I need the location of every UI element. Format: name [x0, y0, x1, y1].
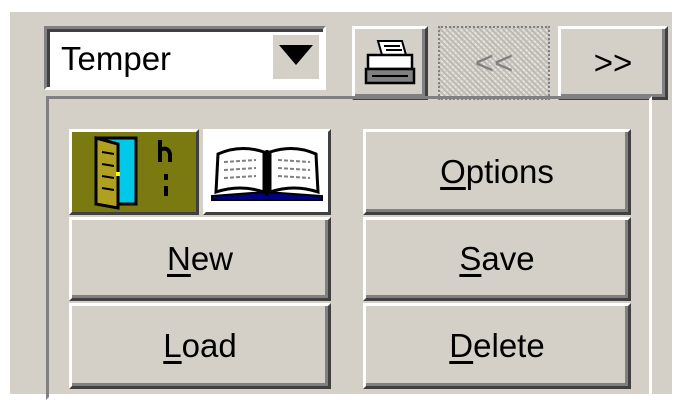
- new-label-rest: ew: [190, 240, 234, 277]
- load-accelerator: L: [163, 327, 182, 364]
- previous-label: <<: [474, 44, 514, 81]
- open-book-icon: [206, 132, 328, 212]
- load-label-rest: oad: [181, 327, 237, 364]
- options-label-rest: ptions: [465, 153, 554, 190]
- new-button[interactable]: New: [69, 217, 331, 301]
- save-label-rest: ave: [481, 240, 535, 277]
- help-book-button[interactable]: [203, 129, 331, 215]
- door-exit-icon: [72, 132, 196, 212]
- exit-button[interactable]: [69, 129, 199, 215]
- printer-icon: [364, 40, 416, 85]
- toolbar-panel: Temper << >> N ew L oad O ptions S ave D…: [10, 12, 672, 400]
- actions-group: New Load Options Save Delete: [46, 96, 652, 400]
- triangle-down-icon: [279, 45, 313, 65]
- preset-combobox[interactable]: Temper: [44, 26, 326, 90]
- delete-button[interactable]: Delete: [363, 303, 631, 389]
- next-label: >>: [593, 44, 633, 81]
- next-button[interactable]: >>: [558, 26, 668, 100]
- new-accelerator: N: [166, 240, 191, 277]
- options-button[interactable]: Options: [363, 129, 631, 215]
- save-button[interactable]: Save: [363, 217, 631, 301]
- options-accelerator: O: [440, 153, 466, 190]
- save-accelerator: S: [459, 240, 482, 277]
- combobox-value: Temper: [61, 40, 172, 77]
- delete-accelerator: D: [449, 327, 474, 364]
- previous-button[interactable]: <<: [438, 26, 550, 100]
- dropdown-button[interactable]: [273, 35, 319, 79]
- print-button[interactable]: [352, 26, 428, 100]
- load-button[interactable]: Load: [69, 303, 331, 389]
- delete-label-rest: elete: [473, 327, 545, 364]
